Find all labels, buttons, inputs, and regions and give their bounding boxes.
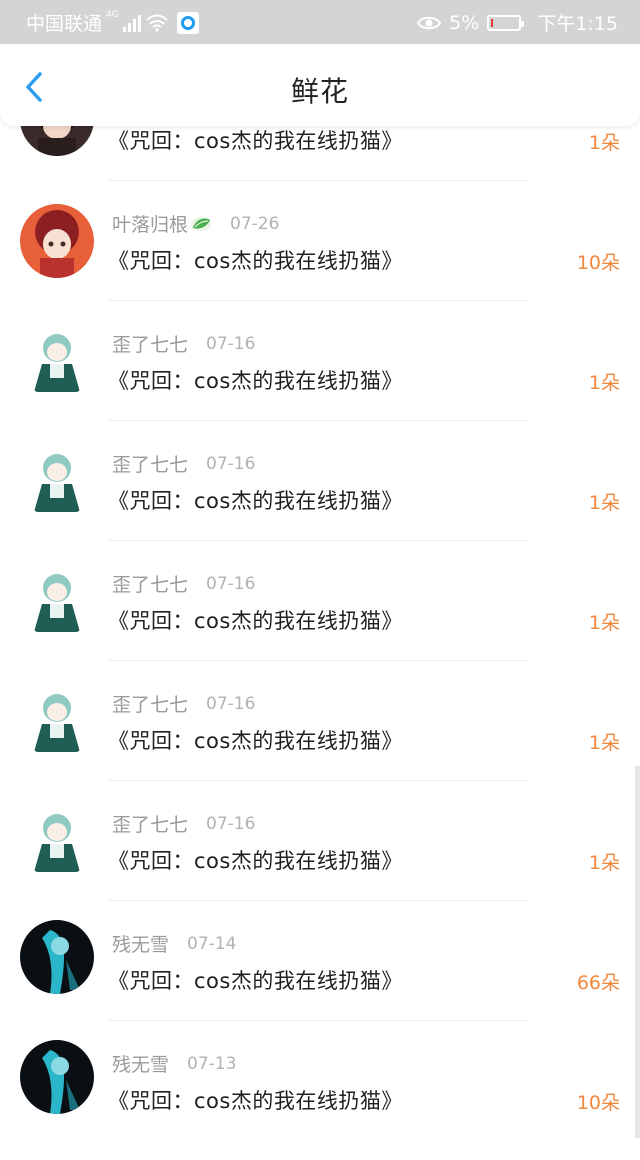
avatar[interactable] <box>20 684 94 758</box>
list-item[interactable]: 歪了七七 07-16 《咒回：cos杰的我在线扔猫》 1朵 <box>0 320 640 440</box>
avatar[interactable] <box>20 920 94 994</box>
row-meta: 歪了七七 07-16 <box>112 570 255 597</box>
avatar[interactable] <box>20 444 94 518</box>
user-name[interactable]: 歪了七七 <box>112 570 188 597</box>
avatar[interactable] <box>20 804 94 878</box>
flower-count: 1朵 <box>588 492 620 514</box>
avatar[interactable] <box>20 1040 94 1114</box>
date: 07-16 <box>206 453 256 474</box>
divider <box>108 420 528 421</box>
divider <box>108 780 528 781</box>
avatar[interactable] <box>20 564 94 638</box>
scrollbar[interactable] <box>635 766 640 1138</box>
date: 07-13 <box>187 1053 237 1074</box>
book-title: 《咒回：cos杰的我在线扔猫》 <box>108 849 403 873</box>
divider <box>108 180 528 181</box>
row-meta: 歪了七七 07-16 <box>112 450 255 477</box>
flower-count: 1朵 <box>588 132 620 154</box>
nav-header: 鲜花 <box>0 44 640 126</box>
row-meta: 残无雪 07-14 <box>112 930 236 957</box>
app-notification-icon <box>176 11 199 34</box>
user-name[interactable]: 叶落归根 <box>112 210 188 237</box>
book-title: 《咒回：cos杰的我在线扔猫》 <box>108 249 403 273</box>
network-label: 4G <box>106 9 119 20</box>
leaf-icon <box>191 216 212 231</box>
flower-count: 1朵 <box>588 612 620 634</box>
user-name[interactable]: 残无雪 <box>112 1050 169 1077</box>
user-name[interactable]: 歪了七七 <box>112 810 188 837</box>
book-title: 《咒回：cos杰的我在线扔猫》 <box>108 129 403 153</box>
row-meta: 歪了七七 07-16 <box>112 330 255 357</box>
user-name[interactable]: 歪了七七 <box>112 450 188 477</box>
flower-count: 1朵 <box>588 732 620 754</box>
date: 07-14 <box>187 933 237 954</box>
date: 07-16 <box>206 573 256 594</box>
list-item[interactable]: 歪了七七 07-16 《咒回：cos杰的我在线扔猫》 1朵 <box>0 680 640 800</box>
divider <box>108 900 528 901</box>
date: 07-26 <box>230 213 280 234</box>
gift-list[interactable]: 《咒回：cos杰的我在线扔猫》 1朵 叶落归根 07-26 《咒回：cos杰的我… <box>0 0 640 1138</box>
divider <box>108 1020 528 1021</box>
date: 07-16 <box>206 813 256 834</box>
flower-count: 10朵 <box>576 1092 620 1114</box>
book-title: 《咒回：cos杰的我在线扔猫》 <box>108 369 403 393</box>
signal-icon <box>122 14 141 32</box>
list-item[interactable]: 残无雪 07-13 《咒回：cos杰的我在线扔猫》 10朵 <box>0 1040 640 1160</box>
user-name[interactable]: 歪了七七 <box>112 330 188 357</box>
status-bar: 中国联通 4G 5% 下午1:15 <box>0 0 640 44</box>
book-title: 《咒回：cos杰的我在线扔猫》 <box>108 609 403 633</box>
row-meta: 歪了七七 07-16 <box>112 810 255 837</box>
divider <box>108 540 528 541</box>
battery-icon <box>487 14 525 31</box>
book-title: 《咒回：cos杰的我在线扔猫》 <box>108 729 403 753</box>
avatar[interactable] <box>20 204 94 278</box>
divider <box>108 660 528 661</box>
flower-count: 10朵 <box>576 252 620 274</box>
battery-percent: 5% <box>449 11 480 34</box>
flower-count: 1朵 <box>588 372 620 394</box>
book-title: 《咒回：cos杰的我在线扔猫》 <box>108 489 403 513</box>
date: 07-16 <box>206 693 256 714</box>
eye-icon <box>417 16 442 29</box>
flower-count: 66朵 <box>576 972 620 994</box>
clock: 下午1:15 <box>537 13 618 35</box>
carrier-label: 中国联通 <box>26 13 103 35</box>
row-meta: 残无雪 07-13 <box>112 1050 236 1077</box>
list-item[interactable]: 歪了七七 07-16 《咒回：cos杰的我在线扔猫》 1朵 <box>0 560 640 680</box>
page-title: 鲜花 <box>290 75 349 108</box>
avatar[interactable] <box>20 324 94 398</box>
user-name[interactable]: 残无雪 <box>112 930 169 957</box>
divider <box>108 300 528 301</box>
wifi-icon <box>146 14 168 32</box>
user-name[interactable]: 歪了七七 <box>112 690 188 717</box>
book-title: 《咒回：cos杰的我在线扔猫》 <box>108 969 403 993</box>
flower-count: 1朵 <box>588 852 620 874</box>
list-item[interactable]: 歪了七七 07-16 《咒回：cos杰的我在线扔猫》 1朵 <box>0 800 640 920</box>
list-item[interactable]: 歪了七七 07-16 《咒回：cos杰的我在线扔猫》 1朵 <box>0 440 640 560</box>
row-meta: 歪了七七 07-16 <box>112 690 255 717</box>
list-item[interactable]: 叶落归根 07-26 《咒回：cos杰的我在线扔猫》 10朵 <box>0 200 640 320</box>
row-meta: 叶落归根 07-26 <box>112 210 279 237</box>
book-title: 《咒回：cos杰的我在线扔猫》 <box>108 1089 403 1113</box>
date: 07-16 <box>206 333 256 354</box>
list-item[interactable]: 残无雪 07-14 《咒回：cos杰的我在线扔猫》 66朵 <box>0 920 640 1040</box>
